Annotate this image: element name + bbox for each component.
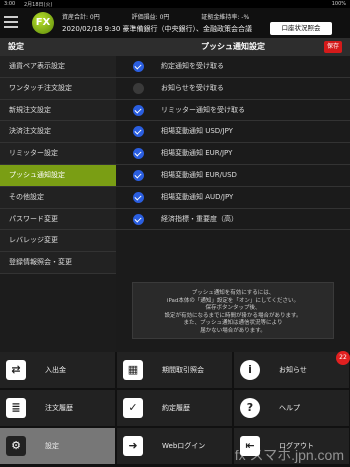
notice-line: 設定が有効になるまでに時間が掛かる場合があります。 xyxy=(164,312,302,319)
checked-icon[interactable] xyxy=(133,191,144,203)
save-button[interactable]: 保存 xyxy=(324,41,342,53)
sidebar-item[interactable]: リミッター設定 xyxy=(0,143,116,165)
app-header: FX 資産合計: 0円 評価損益: 0円 証拠金維持率: -% 2020/02/… xyxy=(0,8,350,38)
option-row[interactable]: 経済指標・重要度（高） xyxy=(116,209,350,231)
checked-icon[interactable] xyxy=(133,148,144,160)
option-row[interactable]: 相場変動通知 AUD/JPY xyxy=(116,187,350,209)
option-row[interactable]: 相場変動通知 EUR/JPY xyxy=(116,143,350,165)
nav-button[interactable]: ➜ Webログイン xyxy=(117,428,233,465)
checked-icon[interactable] xyxy=(133,104,144,116)
help-icon: ? xyxy=(240,398,260,418)
option-row[interactable]: 相場変動通知 USD/JPY xyxy=(116,121,350,144)
notice-line: プッシュ通知を有効にするには、 xyxy=(191,290,275,296)
sidebar-item[interactable]: レバレッジ変更 xyxy=(0,230,116,253)
menu-icon[interactable] xyxy=(4,16,18,28)
deposit-withdraw-icon: ⇄ xyxy=(6,360,26,380)
sidebar-item[interactable]: プッシュ通知設定 xyxy=(0,164,116,187)
option-label: 相場変動通知 EUR/JPY xyxy=(161,149,233,158)
nav-label: お知らせ xyxy=(279,366,307,374)
web-login-icon: ➜ xyxy=(123,436,143,456)
notice-line: iPad本体の「通知」設定を「オン」にしてください。 xyxy=(166,297,300,304)
nav-button[interactable]: ▦ 期間取引照会 xyxy=(117,352,233,389)
nav-button[interactable]: ≣ 注文履歴 xyxy=(0,390,116,427)
panel-header: プッシュ通知設定 保存 xyxy=(116,38,350,56)
option-row[interactable]: 約定通知を受け取る xyxy=(116,56,350,78)
watermark: fx スマホ.jpn.com xyxy=(234,447,344,463)
sidebar-item[interactable]: 通貨ペア表示設定 xyxy=(0,56,116,78)
total-assets: 資産合計: 0円 xyxy=(62,14,100,21)
sidebar-item[interactable]: 登録情報照会・変更 xyxy=(0,252,116,274)
valuation-pl: 評価損益: 0円 xyxy=(131,14,170,21)
nav-label: 入出金 xyxy=(45,366,66,374)
app-logo: FX xyxy=(32,12,54,34)
nav-label: Webログイン xyxy=(162,442,206,450)
notification-badge: 22 xyxy=(336,351,350,365)
nav-button[interactable]: ⇄ 入出金 xyxy=(0,352,116,389)
settings-sidebar: 設定 通貨ペア表示設定 ワンタッチ注文設定 新規注文設定 決済注文設定 リミッター設定プ… xyxy=(0,38,116,352)
option-label: リミッター通知を受け取る xyxy=(161,105,245,114)
option-label: 相場変動通知 AUD/JPY xyxy=(161,192,234,201)
gear-icon: ⚙ xyxy=(6,436,26,456)
notice-line: 保存ボタンタップ後、 xyxy=(205,305,261,311)
option-label: 経済指標・重要度（高） xyxy=(161,214,238,223)
status-battery: 100% xyxy=(331,1,346,7)
panel-title: プッシュ通知設定 xyxy=(201,42,265,51)
checked-icon[interactable] xyxy=(133,213,144,225)
unchecked-icon[interactable] xyxy=(133,82,144,94)
sidebar-item[interactable]: 決済注文設定 xyxy=(0,121,116,144)
account-metrics: 資産合計: 0円 評価損益: 0円 証拠金維持率: -% xyxy=(62,12,279,21)
option-row[interactable]: 相場変動通知 EUR/USD xyxy=(116,165,350,187)
calendar-icon: ▦ xyxy=(123,360,143,380)
option-label: お知らせを受け取る xyxy=(161,83,224,92)
notice-line: また、プッシュ通知は通信状況等により xyxy=(183,320,283,326)
nav-label: 約定履歴 xyxy=(162,404,190,412)
sidebar-item[interactable]: その他設定 xyxy=(0,187,116,209)
sidebar-empty-area xyxy=(0,273,116,352)
sidebar-title: 設定 xyxy=(0,38,116,56)
option-label: 相場変動通知 EUR/USD xyxy=(161,170,237,179)
nav-label: ヘルプ xyxy=(279,404,300,412)
nav-label: 期間取引照会 xyxy=(162,366,204,374)
order-history-icon: ≣ xyxy=(6,398,26,418)
nav-label: 設定 xyxy=(45,442,59,450)
info-icon: i xyxy=(240,360,260,380)
checked-icon[interactable] xyxy=(133,169,144,181)
push-settings-panel: プッシュ通知設定 保存 約定通知を受け取る お知らせを受け取るリミッター通知を受け… xyxy=(116,38,350,352)
option-label: 相場変動通知 USD/JPY xyxy=(161,127,233,136)
checked-icon[interactable] xyxy=(133,61,144,72)
option-label: 約定通知を受け取る xyxy=(161,62,224,70)
nav-button[interactable]: i お知らせ 22 xyxy=(234,351,350,389)
nav-button[interactable]: ? ヘルプ xyxy=(234,390,350,427)
nav-button[interactable]: ⚙ 設定 xyxy=(0,428,116,465)
bottom-nav: ⇤ ログアウト ➜ Webログイン ⚙ 設定? ヘルプ ✓ 約定履歴 ≣ 注文履歴 i お知らせ 22 ▦ 期… xyxy=(0,351,350,467)
push-notice: プッシュ通知を有効にするには、 iPad本体の「通知」設定を「オン」にしてくださ… xyxy=(132,282,334,339)
sidebar-item[interactable]: 新規注文設定 xyxy=(0,100,116,122)
sidebar-item[interactable]: パスワード変更 xyxy=(0,209,116,231)
news-ticker[interactable]: 2020/02/18 9:30 豪準備銀行（中央銀行）、金融政策会合議 xyxy=(62,24,267,34)
execution-history-icon: ✓ xyxy=(123,398,143,418)
margin-ratio: 証拠金維持率: -% xyxy=(201,14,250,21)
status-date: 2月18日(火) xyxy=(24,2,53,8)
sidebar-item[interactable]: ワンタッチ注文設定 xyxy=(0,78,116,100)
account-status-button[interactable]: 口座状況照会 xyxy=(270,22,332,35)
nav-label: 注文履歴 xyxy=(45,404,73,412)
status-time: 3:00 xyxy=(4,1,16,7)
notice-line: 届かない場合があります。 xyxy=(200,327,266,334)
status-bar: 3:00 2月18日(火) 100% xyxy=(0,0,350,8)
checked-icon[interactable] xyxy=(133,126,144,138)
nav-button[interactable]: ✓ 約定履歴 xyxy=(117,390,233,427)
option-row[interactable]: お知らせを受け取る xyxy=(116,78,350,100)
option-row[interactable]: リミッター通知を受け取る xyxy=(116,100,350,122)
